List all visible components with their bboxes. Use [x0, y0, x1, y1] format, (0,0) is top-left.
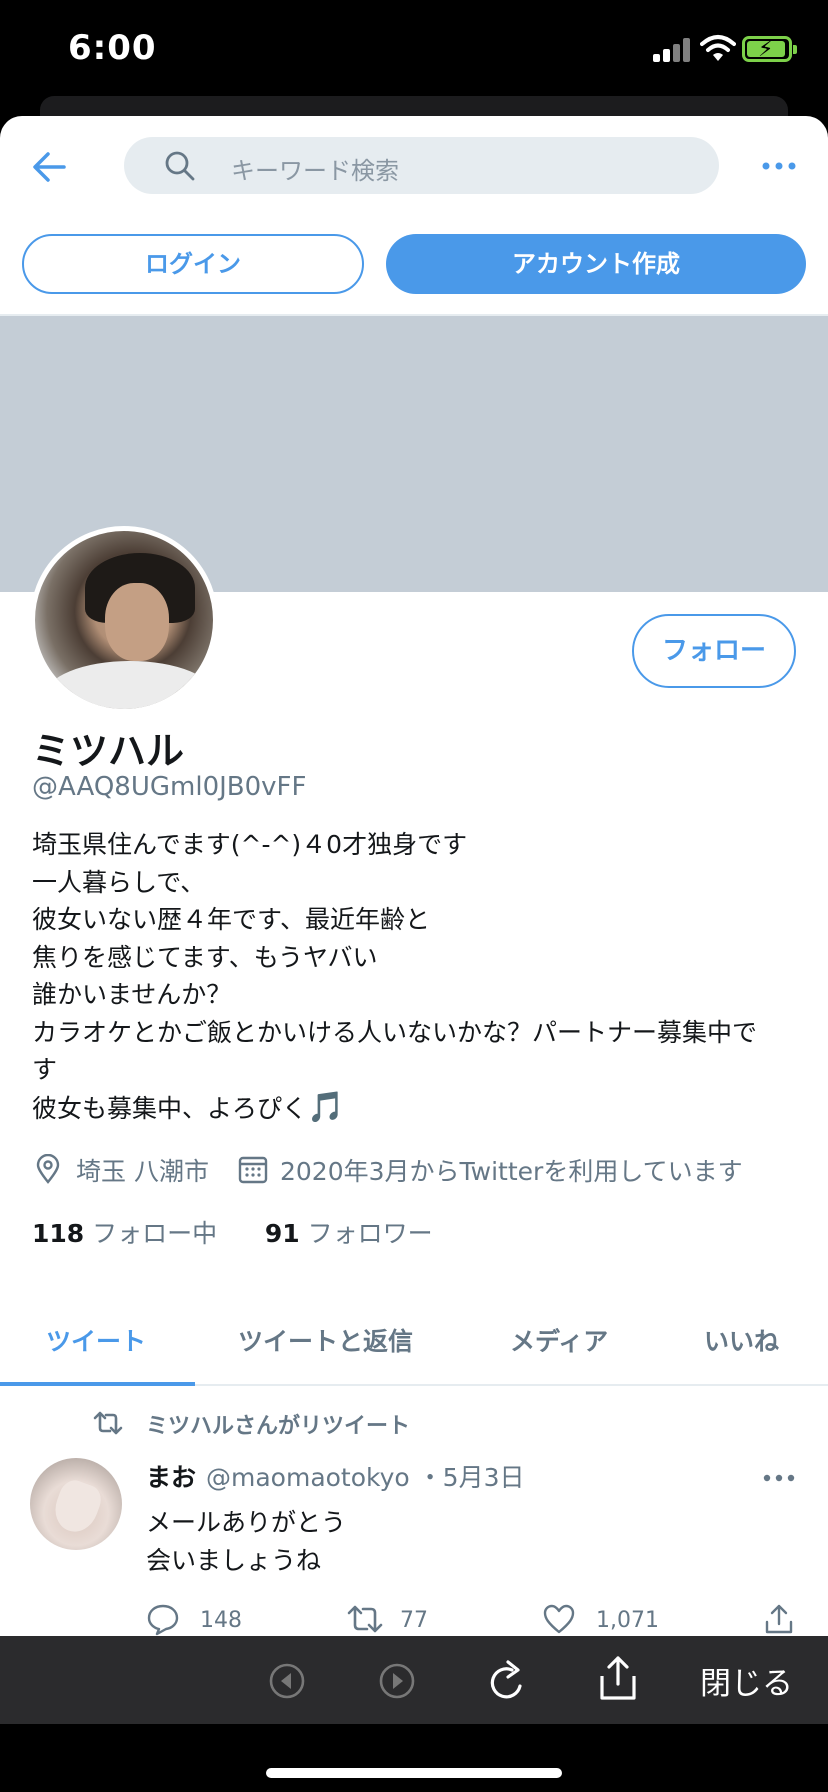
tweet-text-line: メールありがとう [146, 1508, 347, 1537]
calendar-icon [238, 1156, 268, 1184]
following-count: 118 [32, 1219, 85, 1248]
tweet-actions: 148 77 1,071 [146, 1602, 806, 1636]
browser-forward-icon[interactable] [378, 1662, 416, 1700]
tweet-item[interactable]: ミツハルさんがリツイート まお @maomaotokyo ・5月3日 メールあり… [0, 1388, 828, 1636]
browser-share-icon[interactable] [598, 1654, 638, 1702]
profile-avatar[interactable] [30, 526, 218, 714]
retweet-icon [93, 1411, 123, 1435]
retweet-count: 77 [400, 1608, 428, 1633]
bio-line: 彼女も募集中、よろぴく🎵 [32, 1089, 802, 1128]
tweet-author-name[interactable]: まお [146, 1458, 196, 1494]
wifi-icon [700, 35, 736, 61]
tab-tweets-and-replies[interactable]: ツイートと返信 [238, 1322, 413, 1358]
bio-line: 一人暮らしで、 [32, 867, 206, 897]
profile-bio: 埼玉県住んでます(^-^)４0才独身です 一人暮らしで、 彼女いない歴４年です、… [32, 826, 802, 1127]
search-icon [165, 151, 195, 181]
location-pin-icon [36, 1154, 60, 1184]
display-name: ミツハル [32, 729, 185, 773]
reload-icon[interactable] [486, 1658, 530, 1704]
retweet-action-icon [347, 1605, 383, 1633]
tweet-author-handle[interactable]: @maomaotokyo [206, 1463, 410, 1492]
back-arrow-icon[interactable] [30, 150, 68, 184]
music-note-icon: 🎵 [307, 1089, 345, 1125]
more-options-icon[interactable] [760, 154, 798, 178]
status-bar: 6:00 ⚡ [0, 0, 828, 100]
retweet-label: ミツハルさんがリツイート [146, 1414, 411, 1439]
auth-buttons: ログイン アカウント作成 [0, 234, 828, 314]
home-indicator[interactable] [266, 1768, 562, 1778]
bio-line: 誰かいませんか？ [32, 980, 232, 1009]
cellular-signal-icon [653, 38, 693, 62]
tweet-text-line: 会いましょうね [146, 1546, 322, 1575]
home-area [0, 1724, 828, 1792]
tweet-date: ・5月3日 [417, 1463, 525, 1492]
active-tab-indicator [0, 1382, 195, 1386]
tab-likes[interactable]: いいね [704, 1322, 779, 1358]
battery-charging-icon: ⚡ [742, 36, 797, 62]
followers-count: 91 [264, 1219, 300, 1248]
tweet-text: メールありがとう 会いましょうね [146, 1504, 346, 1580]
profile-sheet: キーワード検索 ログイン アカウント作成 フォロー ミツハル @AAQ8UGml… [0, 116, 828, 1636]
bio-line-text: 彼女も募集中、よろぴく [32, 1093, 308, 1123]
profile-meta: 埼玉 八潮市 2020年3月からTwitterを利用しています [32, 1152, 822, 1188]
bio-line: カラオケとかご飯とかいける人いないかな？パートナー募集中で [32, 1017, 758, 1047]
tweet-author-meta: @maomaotokyo ・5月3日 [206, 1458, 524, 1494]
tweet-more-icon[interactable] [762, 1466, 796, 1490]
profile-tabs: ツイート ツイートと返信 メディア いいね [0, 1294, 828, 1386]
followers-label: フォロワー [307, 1219, 433, 1248]
follow-button[interactable]: フォロー [632, 614, 796, 688]
status-time: 6:00 [68, 28, 157, 68]
share-icon [765, 1604, 793, 1634]
tab-media[interactable]: メディア [510, 1322, 608, 1358]
top-bar: キーワード検索 [0, 116, 828, 216]
follow-stats: 118 フォロー中 91 フォロワー [32, 1214, 433, 1250]
browser-toolbar: 閉じる [0, 1636, 828, 1724]
search-placeholder: キーワード検索 [231, 157, 399, 185]
tweet-author-avatar[interactable] [30, 1458, 122, 1550]
search-input[interactable]: キーワード検索 [124, 137, 719, 194]
reply-count: 148 [200, 1608, 242, 1633]
profile-location: 埼玉 八潮市 [76, 1157, 209, 1186]
profile-join-date: 2020年3月からTwitterを利用しています [280, 1157, 743, 1186]
like-count: 1,071 [596, 1608, 659, 1633]
close-button[interactable]: 閉じる [700, 1658, 793, 1703]
browser-back-icon[interactable] [268, 1662, 306, 1700]
profile-handle: @AAQ8UGml0JB0vFF [32, 772, 307, 802]
bio-line: 焦りを感じてます、もうヤバい [32, 942, 378, 972]
tab-tweets[interactable]: ツイート [46, 1322, 146, 1358]
reply-icon [147, 1604, 179, 1636]
bio-line: 彼女いない歴４年です、最近年齢と [32, 905, 431, 934]
followers-link[interactable]: 91 フォロワー [265, 1219, 433, 1248]
signup-button[interactable]: アカウント作成 [386, 234, 806, 294]
following-label: フォロー中 [92, 1219, 218, 1248]
bio-line: す [32, 1055, 58, 1084]
heart-icon [543, 1604, 575, 1634]
following-link[interactable]: 118 フォロー中 [32, 1219, 217, 1248]
login-button[interactable]: ログイン [22, 234, 364, 294]
bio-line: 埼玉県住んでます(^-^)４0才独身です [32, 830, 468, 859]
